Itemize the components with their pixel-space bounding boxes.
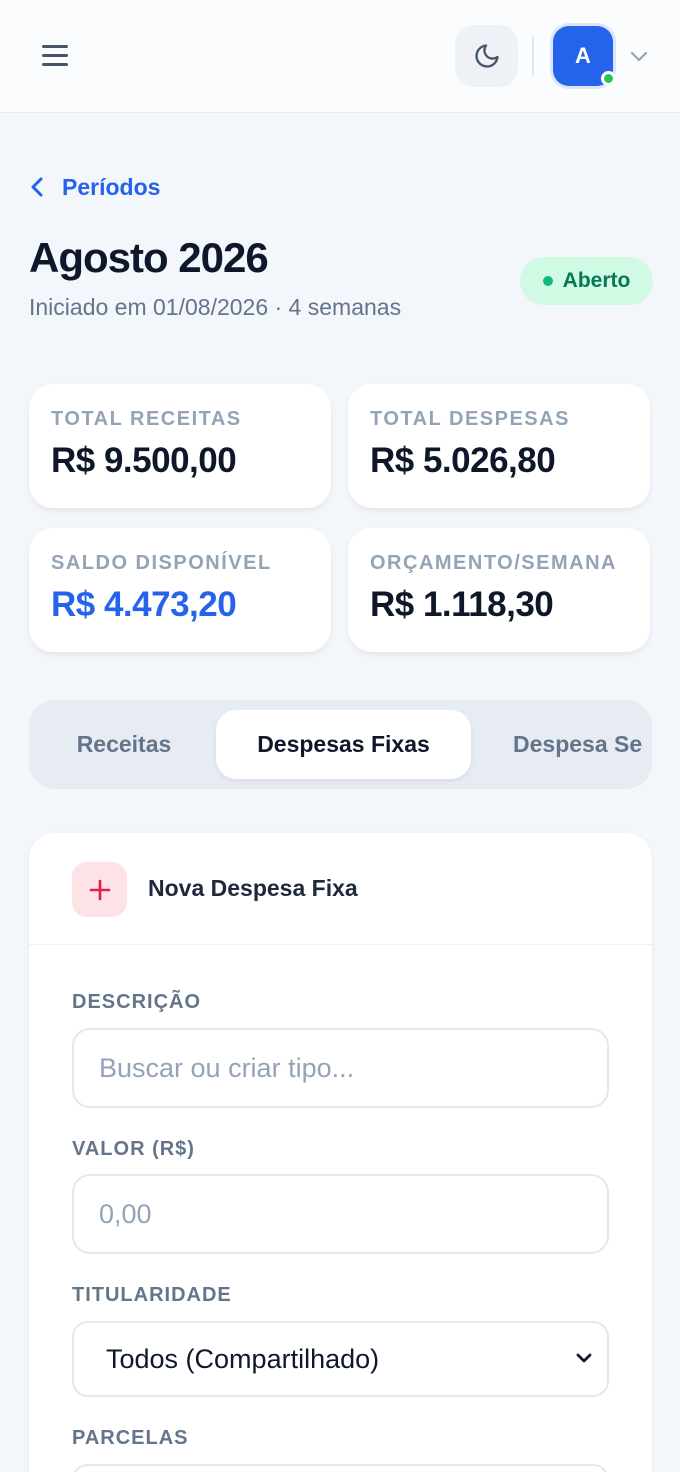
new-fixed-expense-form: Nova Despesa Fixa DESCRIÇÃO VALOR (R$) T… [29,833,652,1472]
amount-label: VALOR (R$) [72,1138,195,1160]
tab-receitas[interactable]: Receitas [39,710,209,779]
back-link-label: Períodos [62,173,161,200]
tab-bar: Receitas Despesas Fixas Despesa Se [29,700,652,789]
chevron-down-icon[interactable] [628,46,650,66]
installments-select[interactable] [72,1464,609,1472]
stat-card-total-expenses: TOTAL DESPESAS R$ 5.026,80 [348,384,650,508]
installments-label: PARCELAS [72,1427,189,1449]
stat-value: R$ 4.473,20 [51,585,237,624]
description-label: DESCRIÇÃO [72,991,202,1013]
ownership-selected-value: Todos (Compartilhado) [106,1343,380,1374]
ownership-select[interactable]: Todos (Compartilhado) [72,1321,609,1397]
status-dot [542,276,553,286]
hamburger-menu-icon[interactable] [38,38,74,74]
stat-label: ORÇAMENTO/SEMANA [370,552,617,574]
stat-label: TOTAL RECEITAS [51,408,242,430]
chevron-down-icon [576,1353,592,1363]
page-subtitle: Iniciado em 01/08/2026 · 4 semanas [29,294,402,320]
header-divider [532,36,534,76]
stat-value: R$ 9.500,00 [51,441,237,480]
stat-card-weekly-budget: ORÇAMENTO/SEMANA R$ 1.118,30 [348,528,650,652]
avatar-initial: A [575,43,591,68]
form-title: Nova Despesa Fixa [148,875,358,901]
top-bar: A [0,0,680,113]
moon-icon [474,44,499,68]
form-header: Nova Despesa Fixa [29,833,652,945]
tab-despesas-fixas[interactable]: Despesas Fixas [216,710,471,779]
page-title: Agosto 2026 [29,234,269,281]
description-input[interactable] [72,1028,609,1108]
stat-label: TOTAL DESPESAS [370,408,570,430]
stat-value: R$ 5.026,80 [370,441,556,480]
amount-input[interactable] [72,1174,609,1254]
online-status-dot [601,71,616,86]
back-to-periods-link[interactable]: Períodos [30,172,160,202]
status-badge: Aberto [520,257,653,305]
ownership-label: TITULARIDADE [72,1284,232,1306]
chevron-left-icon [31,177,43,197]
stat-label: SALDO DISPONÍVEL [51,552,272,574]
stat-value: R$ 1.118,30 [370,585,554,624]
status-badge-label: Aberto [562,269,631,292]
tab-despesa-semanal[interactable]: Despesa Se [513,710,652,779]
stat-card-total-income: TOTAL RECEITAS R$ 9.500,00 [29,384,331,508]
avatar[interactable]: A [553,26,616,86]
stat-card-available-balance: SALDO DISPONÍVEL R$ 4.473,20 [29,528,331,652]
plus-icon[interactable] [72,862,127,917]
theme-toggle-button[interactable] [455,25,518,87]
